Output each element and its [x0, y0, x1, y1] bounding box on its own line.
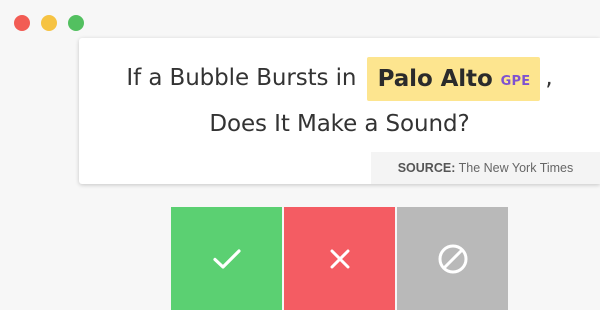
entity-label-badge: GPE — [500, 73, 531, 89]
entity-span[interactable]: Palo Alto GPE — [366, 56, 541, 101]
headline-line-1: If a Bubble Bursts in Palo Alto GPE , — [79, 55, 600, 101]
maximize-window-button[interactable] — [68, 15, 84, 31]
headline: If a Bubble Bursts in Palo Alto GPE , Doe… — [79, 55, 600, 147]
headline-line-2: Does It Make a Sound? — [209, 111, 470, 137]
reject-button[interactable] — [284, 207, 395, 310]
app-window: If a Bubble Bursts in Palo Alto GPE , Doe… — [0, 0, 600, 310]
headline-text-part-2: , — [545, 65, 553, 91]
window-controls — [14, 15, 84, 31]
annotation-card: If a Bubble Bursts in Palo Alto GPE , Doe… — [79, 38, 600, 184]
entity-text: Palo Alto — [377, 65, 493, 92]
close-window-button[interactable] — [14, 15, 30, 31]
annotation-actions — [171, 207, 510, 310]
check-icon — [212, 248, 241, 269]
source-bar: SOURCE: The New York Times — [371, 152, 600, 184]
x-icon — [330, 249, 349, 268]
ban-icon — [438, 244, 467, 273]
minimize-window-button[interactable] — [41, 15, 57, 31]
ignore-button[interactable] — [397, 207, 508, 310]
source-label: SOURCE: — [397, 161, 456, 175]
source-value: The New York Times — [458, 161, 574, 175]
accept-button[interactable] — [171, 207, 282, 310]
headline-text-part-1: If a Bubble Bursts in — [126, 65, 357, 91]
